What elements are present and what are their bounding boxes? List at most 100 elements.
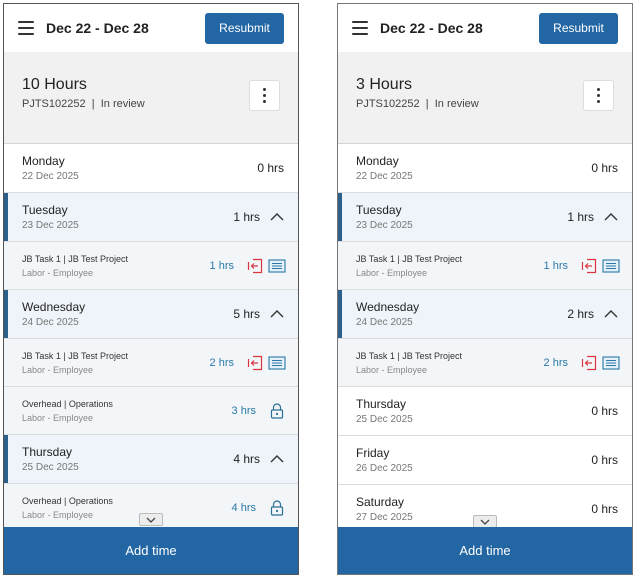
day-date: 26 Dec 2025 bbox=[356, 463, 413, 474]
chevron-up-icon[interactable] bbox=[270, 210, 284, 224]
entry-hours: 4 hrs bbox=[231, 501, 256, 514]
entry-hours: 2 hrs bbox=[209, 356, 234, 369]
details-icon[interactable] bbox=[268, 257, 286, 275]
day-date: 23 Dec 2025 bbox=[356, 220, 413, 231]
day-date: 22 Dec 2025 bbox=[356, 171, 413, 182]
day-name: Wednesday bbox=[356, 300, 420, 314]
details-icon[interactable] bbox=[602, 354, 620, 372]
entry-hours: 1 hrs bbox=[209, 259, 234, 272]
chevron-up-icon[interactable] bbox=[604, 307, 618, 321]
entry-name: JB Task 1 | JB Test Project bbox=[356, 253, 463, 264]
day-hours: 1 hrs bbox=[233, 210, 260, 224]
time-entry[interactable]: JB Task 1 | JB Test Project Labor - Empl… bbox=[338, 339, 632, 387]
add-time-button[interactable]: Add time bbox=[338, 527, 632, 574]
day-row-tuesday[interactable]: Tuesday 23 Dec 2025 1 hrs bbox=[4, 193, 298, 242]
entry-type: Labor - Employee bbox=[22, 412, 94, 423]
day-row-thursday[interactable]: Thursday 25 Dec 2025 0 hrs bbox=[338, 387, 632, 436]
entry-type: Labor - Employee bbox=[22, 267, 94, 278]
date-range[interactable]: Dec 22 - Dec 28 bbox=[380, 20, 539, 36]
chevron-down-icon bbox=[480, 519, 490, 525]
day-hours: 2 hrs bbox=[567, 307, 594, 321]
day-row-thursday[interactable]: Thursday 25 Dec 2025 4 hrs bbox=[4, 435, 298, 484]
day-row-friday[interactable]: Friday 26 Dec 2025 0 hrs bbox=[338, 436, 632, 485]
timesheet-summary: 3 Hours PJTS102252 | In review bbox=[338, 52, 632, 144]
day-row-monday[interactable]: Monday 22 Dec 2025 0 hrs bbox=[4, 144, 298, 193]
menu-icon[interactable] bbox=[18, 21, 34, 35]
chevron-up-icon[interactable] bbox=[270, 307, 284, 321]
day-row-monday[interactable]: Monday 22 Dec 2025 0 hrs bbox=[338, 144, 632, 193]
timesheet-id: PJTS102252 bbox=[356, 98, 420, 110]
recall-icon[interactable] bbox=[580, 257, 598, 275]
day-name: Tuesday bbox=[356, 203, 402, 217]
day-hours: 0 hrs bbox=[591, 161, 618, 175]
day-name: Monday bbox=[356, 154, 399, 168]
timesheet-screen-right: Dec 22 - Dec 28 Resubmit 3 Hours PJTS102… bbox=[337, 3, 633, 575]
recall-icon[interactable] bbox=[246, 257, 264, 275]
time-entry[interactable]: JB Task 1 | JB Test Project Labor - Empl… bbox=[4, 242, 298, 290]
recall-icon[interactable] bbox=[246, 354, 264, 372]
day-name: Saturday bbox=[356, 495, 405, 509]
add-time-button[interactable]: Add time bbox=[4, 527, 298, 574]
day-list: Monday 22 Dec 2025 0 hrs Tuesday 23 Dec … bbox=[338, 144, 632, 534]
entry-name: JB Task 1 | JB Test Project bbox=[356, 350, 463, 361]
lock-icon bbox=[268, 499, 286, 517]
chevron-down-icon bbox=[146, 517, 156, 523]
entry-hours: 1 hrs bbox=[543, 259, 568, 272]
kebab-icon[interactable] bbox=[249, 80, 280, 111]
entry-type: Labor - Employee bbox=[22, 509, 94, 520]
day-name: Wednesday bbox=[22, 300, 86, 314]
status-label: In review bbox=[100, 98, 145, 110]
entry-name: Overhead | Operations bbox=[22, 398, 113, 409]
day-row-wednesday[interactable]: Wednesday 24 Dec 2025 2 hrs bbox=[338, 290, 632, 339]
entry-name: JB Task 1 | JB Test Project bbox=[22, 253, 129, 264]
entry-type: Labor - Employee bbox=[356, 364, 428, 375]
entry-hours: 3 hrs bbox=[231, 404, 256, 417]
day-hours: 5 hrs bbox=[233, 307, 260, 321]
timesheet-summary: 10 Hours PJTS102252 | In review bbox=[4, 52, 298, 144]
day-row-tuesday[interactable]: Tuesday 23 Dec 2025 1 hrs bbox=[338, 193, 632, 242]
day-name: Friday bbox=[356, 446, 390, 460]
day-hours: 4 hrs bbox=[233, 452, 260, 466]
day-date: 25 Dec 2025 bbox=[356, 414, 413, 425]
chevron-up-icon[interactable] bbox=[270, 452, 284, 466]
resubmit-button[interactable]: Resubmit bbox=[205, 12, 284, 44]
top-bar: Dec 22 - Dec 28 Resubmit bbox=[4, 4, 298, 52]
kebab-icon[interactable] bbox=[583, 80, 614, 111]
time-entry[interactable]: JB Task 1 | JB Test Project Labor - Empl… bbox=[338, 242, 632, 290]
entry-name: JB Task 1 | JB Test Project bbox=[22, 350, 129, 361]
timesheet-id: PJTS102252 bbox=[22, 98, 86, 110]
recall-icon[interactable] bbox=[580, 354, 598, 372]
scroll-down-button[interactable] bbox=[139, 513, 163, 526]
day-hours: 0 hrs bbox=[591, 453, 618, 467]
day-hours: 0 hrs bbox=[591, 404, 618, 418]
entry-name: Overhead | Operations bbox=[22, 495, 113, 506]
chevron-up-icon[interactable] bbox=[604, 210, 618, 224]
entry-type: Labor - Employee bbox=[356, 267, 428, 278]
meta-separator: | bbox=[91, 98, 95, 110]
details-icon[interactable] bbox=[602, 257, 620, 275]
time-entry[interactable]: JB Task 1 | JB Test Project Labor - Empl… bbox=[4, 339, 298, 387]
day-date: 25 Dec 2025 bbox=[22, 462, 79, 473]
meta-separator: | bbox=[425, 98, 429, 110]
day-hours: 0 hrs bbox=[591, 502, 618, 516]
resubmit-button[interactable]: Resubmit bbox=[539, 12, 618, 44]
entry-hours: 2 hrs bbox=[543, 356, 568, 369]
day-name: Thursday bbox=[356, 397, 407, 411]
entry-type: Labor - Employee bbox=[22, 364, 94, 375]
day-list: Monday 22 Dec 2025 0 hrs Tuesday 23 Dec … bbox=[4, 144, 298, 532]
date-range[interactable]: Dec 22 - Dec 28 bbox=[46, 20, 205, 36]
details-icon[interactable] bbox=[268, 354, 286, 372]
timesheet-screen-left: Dec 22 - Dec 28 Resubmit 10 Hours PJTS10… bbox=[3, 3, 299, 575]
day-name: Monday bbox=[22, 154, 65, 168]
day-hours: 0 hrs bbox=[257, 161, 284, 175]
day-date: 24 Dec 2025 bbox=[22, 317, 79, 328]
day-date: 22 Dec 2025 bbox=[22, 171, 79, 182]
time-entry[interactable]: Overhead | Operations Labor - Employee 3… bbox=[4, 387, 298, 435]
day-date: 23 Dec 2025 bbox=[22, 220, 79, 231]
day-name: Thursday bbox=[22, 445, 73, 459]
menu-icon[interactable] bbox=[352, 21, 368, 35]
day-name: Tuesday bbox=[22, 203, 68, 217]
day-date: 24 Dec 2025 bbox=[356, 317, 413, 328]
status-label: In review bbox=[434, 98, 479, 110]
day-row-wednesday[interactable]: Wednesday 24 Dec 2025 5 hrs bbox=[4, 290, 298, 339]
